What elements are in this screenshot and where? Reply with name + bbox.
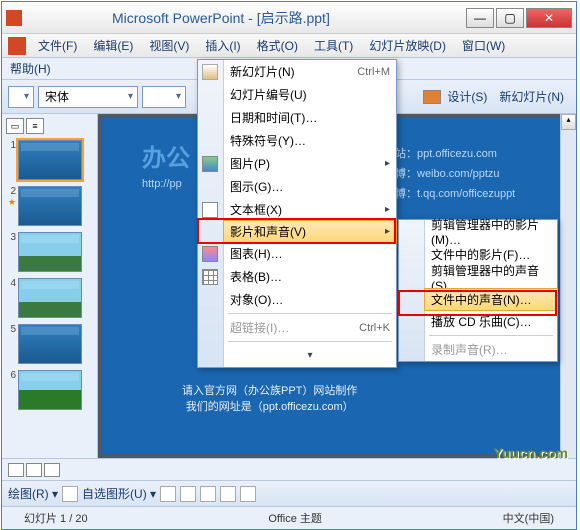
slide-thumb[interactable]: 5 — [6, 324, 93, 364]
bottom-text: 请入官方网（办公族PPT）网站制作 我们的网址是（ppt.officezu.co… — [182, 382, 357, 414]
submenu-sound-gallery[interactable]: 剪辑管理器中的声音(S)… — [425, 266, 557, 289]
menu-insert[interactable]: 插入(I) — [197, 34, 248, 57]
menu-chart[interactable]: 图表(H)… — [224, 242, 396, 265]
menu-datetime[interactable]: 日期和时间(T)… — [224, 106, 396, 129]
new-slide-button[interactable]: 新幻灯片(N) — [493, 86, 570, 107]
normal-view-icon[interactable] — [8, 463, 24, 477]
watermark: Yuucn.com — [493, 445, 568, 461]
design-button[interactable]: 设计(S) — [441, 86, 493, 107]
line-icon[interactable] — [160, 486, 176, 502]
movie-sound-submenu: 剪辑管理器中的影片(M)… 文件中的影片(F)… 剪辑管理器中的声音(S)… 文… — [398, 219, 558, 362]
autoshape-menu[interactable]: 自选图形(U) ▾ — [82, 485, 156, 502]
slide-thumb[interactable]: 2★ — [6, 186, 93, 226]
logo-text: 办公 — [142, 138, 190, 173]
url-text: http://pp — [142, 178, 182, 190]
menu-textbox[interactable]: 文本框(X)▸ — [224, 198, 396, 221]
drawing-toolbar: 绘图(R) ▾ 自选图形(U) ▾ — [2, 481, 576, 507]
textbox-icon[interactable] — [240, 486, 256, 502]
theme-label: Office 主题 — [100, 510, 491, 526]
draw-menu[interactable]: 绘图(R) ▾ — [8, 485, 58, 502]
menu-movie-sound[interactable]: 影片和声音(V)▸ — [223, 220, 397, 243]
slide-counter: 幻灯片 1 / 20 — [12, 510, 100, 526]
slide-thumb[interactable]: 6 — [6, 370, 93, 410]
close-button[interactable]: ✕ — [526, 8, 572, 28]
menu-object[interactable]: 对象(O)… — [224, 288, 396, 311]
textbox-icon — [202, 202, 218, 218]
color-swatch-icon[interactable] — [423, 90, 441, 104]
oval-icon[interactable] — [220, 486, 236, 502]
minimize-button[interactable]: — — [466, 8, 494, 28]
menu-slide-number[interactable]: 幻灯片编号(U) — [224, 83, 396, 106]
slide-thumb[interactable]: 4 — [6, 278, 93, 318]
menu-view[interactable]: 视图(V) — [141, 34, 197, 57]
arrow-icon[interactable] — [180, 486, 196, 502]
rect-icon[interactable] — [200, 486, 216, 502]
maximize-button[interactable]: ▢ — [496, 8, 524, 28]
menu-file[interactable]: 文件(F) — [30, 34, 85, 57]
submenu-record[interactable]: 录制声音(R)… — [425, 338, 557, 361]
menu-new-slide[interactable]: 新幻灯片(N)Ctrl+M — [224, 60, 396, 83]
slide-panel: ▭ ≡ 1 2★ 3 4 5 6 — [2, 114, 98, 458]
pointer-icon[interactable] — [62, 486, 78, 502]
menu-picture[interactable]: 图片(P)▸ — [224, 152, 396, 175]
app-icon — [6, 10, 22, 26]
titlebar: Microsoft PowerPoint - [启示路.ppt] — ▢ ✕ — [2, 2, 576, 34]
size-selector[interactable] — [142, 86, 186, 108]
slide-thumb[interactable]: 3 — [6, 232, 93, 272]
menu-table[interactable]: 表格(B)… — [224, 265, 396, 288]
menu-edit[interactable]: 编辑(E) — [85, 34, 141, 57]
picture-icon — [202, 156, 218, 172]
thumbnail-tab[interactable]: ▭ — [6, 118, 24, 134]
menu-window[interactable]: 窗口(W) — [454, 34, 513, 57]
style-selector[interactable] — [8, 86, 34, 108]
menu-slideshow[interactable]: 幻灯片放映(D) — [361, 34, 454, 57]
language-label: 中文(中国) — [491, 510, 566, 526]
submenu-movie-gallery[interactable]: 剪辑管理器中的影片(M)… — [425, 220, 557, 243]
insert-dropdown: 新幻灯片(N)Ctrl+M 幻灯片编号(U) 日期和时间(T)… 特殊符号(Y)… — [197, 59, 397, 368]
table-icon — [202, 269, 218, 285]
slideshow-view-icon[interactable] — [44, 463, 60, 477]
menubar: 文件(F) 编辑(E) 视图(V) 插入(I) 格式(O) 工具(T) 幻灯片放… — [2, 34, 576, 58]
system-menu-icon[interactable] — [8, 37, 26, 55]
vertical-scrollbar[interactable]: ▴ — [560, 114, 576, 458]
submenu-cd-audio[interactable]: 播放 CD 乐曲(C)… — [425, 310, 557, 333]
sorter-view-icon[interactable] — [26, 463, 42, 477]
slide-thumb[interactable]: 1 — [6, 140, 93, 180]
menu-format[interactable]: 格式(O) — [249, 34, 306, 57]
status-bar: 幻灯片 1 / 20 Office 主题 中文(中国) — [2, 507, 576, 529]
chart-icon — [202, 246, 218, 262]
submenu-sound-file[interactable]: 文件中的声音(N)… — [424, 288, 558, 311]
new-slide-icon — [202, 64, 218, 80]
menu-expand[interactable]: ▾ — [224, 344, 396, 367]
view-bar — [2, 459, 576, 481]
menu-symbol[interactable]: 特殊符号(Y)… — [224, 129, 396, 152]
font-value: 宋体 — [45, 88, 69, 105]
menu-diagram[interactable]: 图示(G)… — [224, 175, 396, 198]
font-selector[interactable]: 宋体 — [38, 86, 138, 108]
window-title: Microsoft PowerPoint - [启示路.ppt] — [112, 8, 464, 28]
outline-tab[interactable]: ≡ — [26, 118, 44, 134]
menu-tools[interactable]: 工具(T) — [306, 34, 361, 57]
menu-hyperlink[interactable]: 超链接(I)…Ctrl+K — [224, 316, 396, 339]
